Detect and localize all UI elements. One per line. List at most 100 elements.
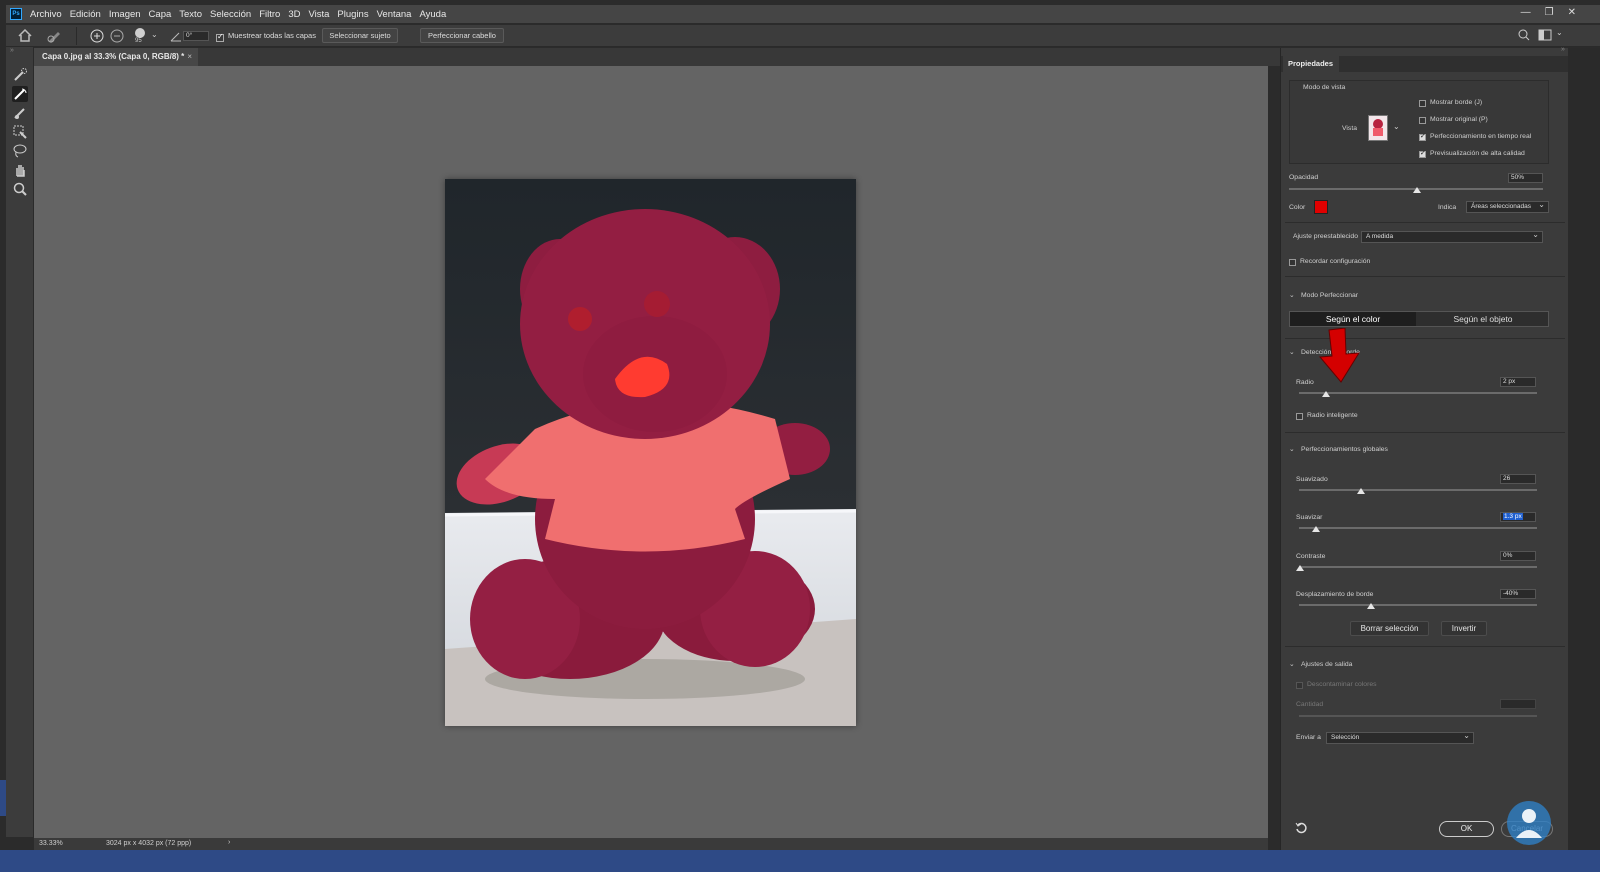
contrast-slider-track[interactable] xyxy=(1299,566,1537,568)
add-to-selection-icon[interactable] xyxy=(90,29,104,43)
section-chevron-icon: ⌄ xyxy=(1289,292,1295,299)
indicates-label: Indica xyxy=(1438,204,1457,211)
amount-label: Cantidad xyxy=(1296,701,1324,708)
lasso-tool-icon[interactable] xyxy=(12,143,28,159)
search-icon[interactable] xyxy=(1518,29,1530,41)
menu-ayuda[interactable]: Ayuda xyxy=(419,9,446,20)
opacity-slider-thumb[interactable] xyxy=(1413,187,1421,193)
chevron-down-icon[interactable]: ⌄ xyxy=(151,30,158,39)
preset-dropdown[interactable]: A medida xyxy=(1361,230,1543,243)
status-chevron-icon[interactable]: › xyxy=(228,839,230,846)
menu-plugins[interactable]: Plugins xyxy=(337,9,368,20)
view-mode-chevron-icon[interactable]: ⌄ xyxy=(1393,122,1400,131)
tab-propiedades[interactable]: Propiedades xyxy=(1283,56,1339,72)
home-icon[interactable] xyxy=(18,29,32,42)
refine-edge-brush-tool[interactable] xyxy=(12,86,28,102)
refine-by-object-button[interactable]: Según el objeto xyxy=(1418,312,1548,326)
shift-edge-slider-thumb[interactable] xyxy=(1367,603,1375,609)
smooth-input[interactable]: 26 xyxy=(1500,474,1536,484)
hq-preview-label: Previsualización de alta calidad xyxy=(1430,150,1525,157)
subtract-from-selection-icon[interactable] xyxy=(110,29,124,43)
divider xyxy=(1285,222,1565,223)
menu-seleccion[interactable]: Selección xyxy=(210,9,251,20)
reset-icon[interactable] xyxy=(1295,822,1307,834)
output-settings-header[interactable]: ⌄ Ajustes de salida xyxy=(1289,660,1352,668)
refine-brush-icon[interactable] xyxy=(46,28,64,44)
document-tab[interactable]: Capa 0.jpg al 33.3% (Capa 0, RGB/8) * × xyxy=(34,48,198,66)
divider xyxy=(1285,432,1565,433)
hand-tool-icon[interactable] xyxy=(12,162,28,178)
document-image[interactable] xyxy=(445,179,856,726)
remember-settings-checkbox[interactable] xyxy=(1289,259,1296,266)
zoom-tool-icon[interactable] xyxy=(12,181,28,197)
collapse-panel-icon[interactable]: » xyxy=(1561,46,1565,53)
menu-edicion[interactable]: Edición xyxy=(70,9,101,20)
show-original-checkbox[interactable] xyxy=(1419,117,1426,124)
smooth-slider-thumb[interactable] xyxy=(1357,488,1365,494)
realtime-refine-checkbox[interactable] xyxy=(1419,132,1426,141)
canvas-area[interactable] xyxy=(34,66,1268,838)
document-tab-title: Capa 0.jpg al 33.3% (Capa 0, RGB/8) * xyxy=(42,52,185,61)
quick-selection-tool-icon[interactable] xyxy=(12,67,28,83)
taskbar-strip xyxy=(0,850,1600,872)
contrast-slider-thumb[interactable] xyxy=(1296,565,1304,571)
contrast-label: Contraste xyxy=(1296,553,1326,560)
radius-slider-track[interactable] xyxy=(1299,392,1537,394)
global-refinements-header[interactable]: ⌄ Perfeccionamientos globales xyxy=(1289,445,1388,453)
view-mode-thumbnail[interactable] xyxy=(1368,115,1388,141)
output-to-dropdown[interactable]: Selección xyxy=(1326,731,1474,744)
show-original-label: Mostrar original (P) xyxy=(1430,116,1488,123)
indicates-dropdown[interactable]: Áreas seleccionadas xyxy=(1466,200,1549,213)
smooth-slider-track[interactable] xyxy=(1299,489,1537,491)
feather-slider-thumb[interactable] xyxy=(1312,526,1320,532)
document-dimensions: 3024 px x 4032 px (72 ppp) xyxy=(106,840,192,847)
object-selection-tool-icon[interactable] xyxy=(12,124,28,140)
menu-ventana[interactable]: Ventana xyxy=(377,9,412,20)
close-tab-icon[interactable]: × xyxy=(187,48,192,66)
radius-slider-thumb[interactable] xyxy=(1322,391,1330,397)
radius-input[interactable]: 2 px xyxy=(1500,377,1536,387)
menu-3d[interactable]: 3D xyxy=(288,9,300,20)
restore-icon[interactable]: ❐ xyxy=(1545,7,1554,18)
contrast-input[interactable]: 0% xyxy=(1500,551,1536,561)
clear-selection-button[interactable]: Borrar selección xyxy=(1350,621,1429,636)
feather-value-selected: 1.3 px xyxy=(1503,513,1523,520)
show-edge-checkbox[interactable] xyxy=(1419,100,1426,107)
refine-mode-header[interactable]: ⌄ Modo Perfeccionar xyxy=(1289,291,1358,299)
feather-input[interactable]: 1.3 px xyxy=(1500,512,1536,522)
brush-tool-icon[interactable] xyxy=(12,105,28,121)
menu-capa[interactable]: Capa xyxy=(149,9,172,20)
invert-button[interactable]: Invertir xyxy=(1441,621,1487,636)
left-edge-strip xyxy=(0,780,6,816)
refine-hair-button[interactable]: Perfeccionar cabello xyxy=(420,28,504,43)
workspace-chevron-icon[interactable]: ⌄ xyxy=(1556,28,1563,37)
ok-button[interactable]: OK xyxy=(1439,821,1494,837)
workspace-icon[interactable] xyxy=(1538,29,1552,41)
hq-preview-checkbox[interactable] xyxy=(1419,149,1426,158)
smart-radius-checkbox[interactable] xyxy=(1296,413,1303,420)
menu-archivo[interactable]: Archivo xyxy=(30,9,62,20)
feather-slider-track[interactable] xyxy=(1299,527,1537,529)
menu-imagen[interactable]: Imagen xyxy=(109,9,141,20)
overlay-color-swatch[interactable] xyxy=(1314,200,1328,214)
select-subject-button[interactable]: Seleccionar sujeto xyxy=(322,28,398,43)
close-window-icon[interactable]: ✕ xyxy=(1568,7,1576,18)
opacity-input[interactable]: 50% xyxy=(1508,173,1543,183)
refine-by-color-button[interactable]: Según el color xyxy=(1290,312,1416,326)
sample-all-layers-checkbox[interactable] xyxy=(216,32,224,43)
zoom-level[interactable]: 33.33% xyxy=(39,840,63,847)
divider xyxy=(1285,276,1565,277)
minimize-icon[interactable]: — xyxy=(1521,7,1531,18)
collapse-toolbar-icon[interactable]: » xyxy=(10,47,14,54)
shift-edge-input[interactable]: -40% xyxy=(1500,589,1536,599)
angle-icon xyxy=(170,32,181,42)
menu-vista[interactable]: Vista xyxy=(308,9,329,20)
realtime-refine-label: Perfeccionamiento en tiempo real xyxy=(1430,133,1532,140)
amount-input xyxy=(1500,699,1536,709)
menu-texto[interactable]: Texto xyxy=(179,9,202,20)
refine-mode-title: Modo Perfeccionar xyxy=(1301,292,1359,299)
menu-filtro[interactable]: Filtro xyxy=(259,9,280,20)
watermark-logo-icon xyxy=(1507,801,1551,845)
angle-input[interactable]: 0° xyxy=(183,31,209,41)
shift-edge-slider-track[interactable] xyxy=(1299,604,1537,606)
